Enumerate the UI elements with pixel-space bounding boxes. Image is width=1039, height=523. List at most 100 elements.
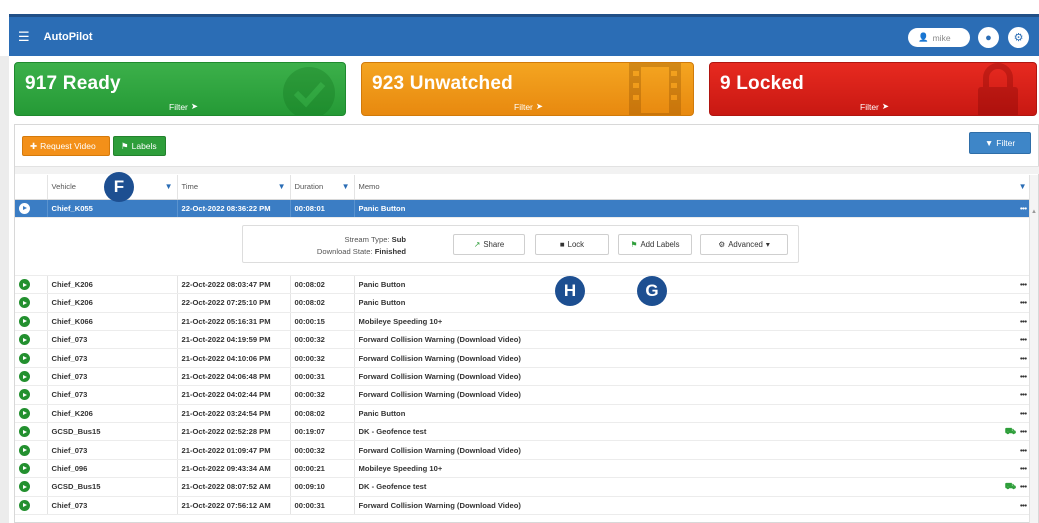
play-icon[interactable] bbox=[19, 426, 30, 438]
play-cell[interactable] bbox=[15, 367, 48, 387]
table-row[interactable]: Chief_073 21-Oct-2022 04:10:06 PM 00:00:32… bbox=[15, 348, 1032, 368]
row-actions: ••• bbox=[1020, 298, 1027, 307]
table-row[interactable]: GCSD_Bus15 21-Oct-2022 08:07:52 AM 00:09:1… bbox=[15, 477, 1032, 497]
funnel-icon[interactable]: ▼ bbox=[1019, 182, 1027, 191]
table-row[interactable]: Chief_K206 22-Oct-2022 08:03:47 PM 00:08:0… bbox=[15, 275, 1032, 295]
time-cell: 21-Oct-2022 02:52:28 PM bbox=[177, 422, 291, 442]
more-actions-button[interactable]: ••• bbox=[1020, 204, 1027, 213]
more-actions-button[interactable]: ••• bbox=[1020, 372, 1027, 381]
play-icon[interactable] bbox=[19, 315, 30, 327]
play-icon[interactable] bbox=[19, 297, 30, 309]
vehicle-cell: Chief_096 bbox=[47, 459, 178, 479]
unwatched-filter-link[interactable]: Filter ➤ bbox=[514, 101, 543, 112]
memo-text: DK - Geofence test bbox=[358, 482, 427, 492]
memo-content: Forward Collision Warning (Download Vide… bbox=[359, 446, 1028, 455]
play-icon[interactable] bbox=[19, 444, 30, 456]
more-actions-button[interactable]: ••• bbox=[1020, 354, 1027, 363]
memo-cell: DK - Geofence test ⛟ ••• bbox=[354, 477, 1032, 497]
play-cell[interactable] bbox=[15, 275, 48, 295]
play-icon[interactable] bbox=[19, 462, 30, 474]
ready-count: 917 Ready bbox=[25, 73, 121, 94]
more-actions-button[interactable]: ••• bbox=[1020, 446, 1027, 455]
play-icon[interactable] bbox=[19, 202, 30, 214]
hamburger-icon[interactable]: ☰ bbox=[18, 30, 30, 43]
more-actions-button[interactable]: ••• bbox=[1020, 390, 1027, 399]
table-row[interactable]: Chief_096 21-Oct-2022 09:43:34 AM 00:00:21… bbox=[15, 459, 1032, 479]
locked-filter-link[interactable]: Filter ➤ bbox=[860, 101, 889, 112]
play-cell[interactable] bbox=[15, 385, 48, 405]
unwatched-summary-card: 923 Unwatched Filter ➤ bbox=[361, 62, 694, 116]
play-icon[interactable] bbox=[19, 407, 30, 419]
play-cell[interactable] bbox=[15, 477, 48, 497]
play-icon[interactable] bbox=[19, 279, 30, 291]
more-actions-button[interactable]: ••• bbox=[1020, 501, 1027, 510]
table-row-selected[interactable]: Chief_K055 22-Oct-2022 08:36:22 PM 00:08… bbox=[15, 199, 1032, 218]
play-icon[interactable] bbox=[19, 371, 30, 383]
play-icon[interactable] bbox=[19, 499, 30, 511]
scroll-up-arrow-icon[interactable]: ▲ bbox=[1031, 209, 1037, 215]
duration-cell: 00:00:21 bbox=[290, 459, 355, 479]
gear-icon: ⚙ bbox=[718, 240, 726, 249]
funnel-icon[interactable]: ▼ bbox=[165, 182, 173, 191]
more-actions-button[interactable]: ••• bbox=[1020, 280, 1027, 289]
memo-text: Forward Collision Warning (Download Vide… bbox=[358, 335, 521, 345]
vehicle-cell: Chief_073 bbox=[47, 330, 178, 350]
play-icon[interactable] bbox=[19, 481, 30, 493]
more-actions-button[interactable]: ••• bbox=[1020, 409, 1027, 418]
funnel-icon[interactable]: ▼ bbox=[278, 182, 286, 191]
advanced-dropdown-button[interactable]: ⚙ Advanced ▾ bbox=[700, 234, 788, 255]
more-actions-button[interactable]: ••• bbox=[1020, 427, 1027, 436]
play-cell[interactable] bbox=[15, 404, 48, 424]
memo-text: Forward Collision Warning (Download Vide… bbox=[358, 390, 521, 400]
more-actions-button[interactable]: ••• bbox=[1020, 335, 1027, 344]
vertical-scrollbar[interactable] bbox=[1029, 175, 1038, 523]
notifications-button[interactable]: ● bbox=[978, 27, 999, 48]
vehicle-cell: Chief_K206 bbox=[47, 404, 178, 424]
labels-button[interactable]: ⚑ Labels bbox=[113, 136, 166, 156]
table-row[interactable]: Chief_K206 22-Oct-2022 07:25:10 PM 00:08:0… bbox=[15, 293, 1032, 313]
table-row[interactable]: Chief_073 21-Oct-2022 04:19:59 PM 00:00:32… bbox=[15, 330, 1032, 350]
play-icon[interactable] bbox=[19, 389, 30, 401]
more-actions-button[interactable]: ••• bbox=[1020, 482, 1027, 491]
time-column-header[interactable]: Time ▼ bbox=[177, 175, 291, 200]
share-icon: ↗ bbox=[473, 240, 481, 249]
lock-button[interactable]: ■ Lock bbox=[535, 234, 609, 255]
duration-column-header[interactable]: Duration ▼ bbox=[290, 175, 355, 200]
play-cell[interactable] bbox=[15, 459, 48, 479]
settings-button[interactable]: ⚙ bbox=[1008, 27, 1029, 48]
play-icon[interactable] bbox=[19, 334, 30, 346]
play-cell[interactable] bbox=[15, 440, 48, 460]
add-labels-button[interactable]: ⚑ Add Labels bbox=[618, 234, 692, 255]
more-actions-button[interactable]: ••• bbox=[1020, 298, 1027, 307]
table-row[interactable]: Chief_073 21-Oct-2022 04:02:44 PM 00:00:32… bbox=[15, 385, 1032, 405]
play-cell[interactable] bbox=[15, 496, 48, 515]
play-cell[interactable] bbox=[15, 312, 48, 332]
request-video-button[interactable]: ✚ Request Video bbox=[22, 136, 110, 156]
row-actions: ••• bbox=[1020, 390, 1027, 399]
play-icon[interactable] bbox=[19, 352, 30, 364]
play-cell[interactable] bbox=[15, 330, 48, 350]
table-row[interactable]: Chief_073 21-Oct-2022 01:09:47 PM 00:00:32… bbox=[15, 440, 1032, 460]
memo-cell: Panic Button ••• bbox=[354, 275, 1032, 295]
table-row[interactable]: Chief_073 21-Oct-2022 04:06:48 PM 00:00:31… bbox=[15, 367, 1032, 387]
user-menu-button[interactable]: 👤 mike bbox=[908, 28, 970, 47]
filter-button[interactable]: ▼ Filter bbox=[969, 132, 1031, 154]
share-button[interactable]: ↗ Share bbox=[453, 234, 525, 255]
play-cell[interactable] bbox=[15, 422, 48, 442]
vehicle-cell: Chief_K206 bbox=[47, 293, 178, 313]
table-row[interactable]: Chief_073 21-Oct-2022 07:56:12 AM 00:00:31… bbox=[15, 496, 1032, 515]
more-actions-button[interactable]: ••• bbox=[1020, 464, 1027, 473]
table-row[interactable]: Chief_K066 21-Oct-2022 05:16:31 PM 00:00:1… bbox=[15, 312, 1032, 332]
tag-icon: ⚑ bbox=[121, 140, 129, 151]
more-actions-button[interactable]: ••• bbox=[1020, 317, 1027, 326]
funnel-icon[interactable]: ▼ bbox=[342, 182, 350, 191]
table-row[interactable]: Chief_K206 21-Oct-2022 03:24:54 PM 00:08:0… bbox=[15, 404, 1032, 424]
play-cell[interactable] bbox=[15, 293, 48, 313]
memo-column-header[interactable]: Memo ▼ bbox=[354, 175, 1032, 200]
table-row[interactable]: GCSD_Bus15 21-Oct-2022 02:52:28 PM 00:19:0… bbox=[15, 422, 1032, 442]
memo-cell: Panic Button ••• bbox=[354, 293, 1032, 313]
ready-filter-link[interactable]: Filter ➤ bbox=[169, 101, 198, 112]
memo-content: DK - Geofence test ⛟ ••• bbox=[358, 481, 1028, 493]
play-cell[interactable] bbox=[15, 348, 48, 368]
play-cell[interactable] bbox=[15, 199, 48, 218]
